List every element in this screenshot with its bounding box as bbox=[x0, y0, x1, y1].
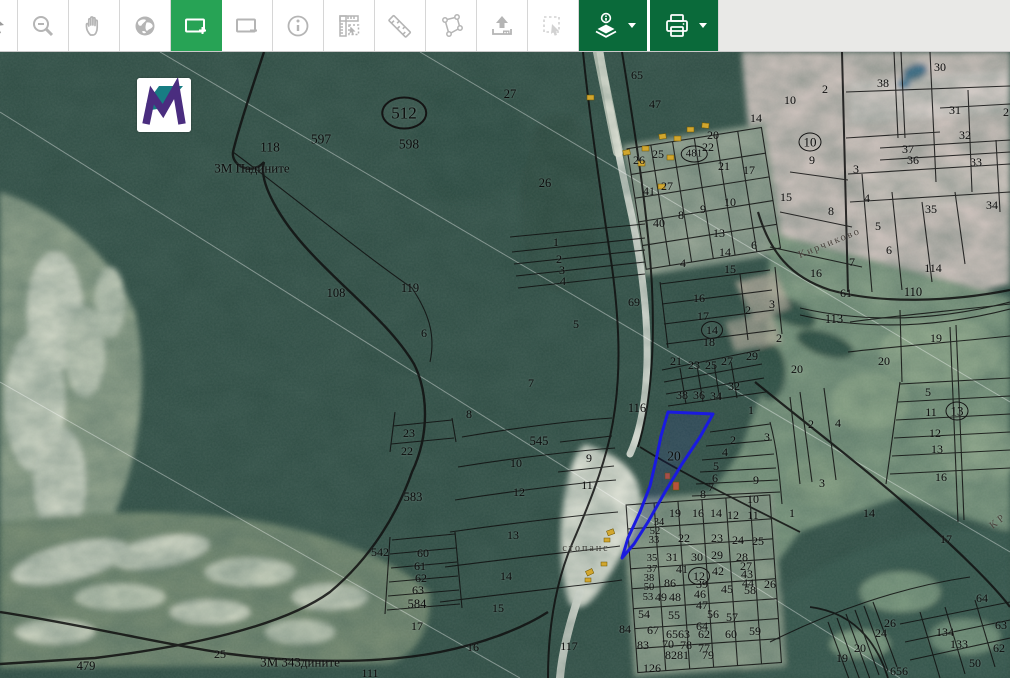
rectangle-minus-icon bbox=[234, 13, 260, 39]
diagonal-ruler-icon bbox=[387, 13, 413, 39]
rectangle-plus-icon bbox=[183, 13, 209, 39]
toolbar-filler bbox=[718, 0, 1010, 51]
full-extent-button[interactable] bbox=[120, 0, 171, 51]
chevron-down-icon bbox=[699, 23, 707, 28]
measure-distance-button[interactable] bbox=[375, 0, 426, 51]
chevron-down-icon bbox=[628, 23, 636, 28]
identify-button[interactable] bbox=[273, 0, 324, 51]
polygon-nodes-icon bbox=[438, 13, 464, 39]
layers-info-icon bbox=[591, 11, 621, 41]
measure-area-button[interactable] bbox=[426, 0, 477, 51]
select-by-rectangle-button[interactable] bbox=[528, 0, 579, 51]
hand-icon bbox=[81, 13, 107, 39]
import-upload-button[interactable] bbox=[477, 0, 528, 51]
map-artwork bbox=[0, 52, 1010, 678]
gis-app-window: 5125985971183М Падините27261191086123457… bbox=[0, 0, 1010, 678]
edge-partial-pointer-icon bbox=[0, 0, 18, 51]
printer-icon bbox=[662, 11, 692, 41]
map-viewport[interactable]: 5125985971183М Падините27261191086123457… bbox=[0, 52, 1010, 678]
magnifier-minus-icon bbox=[30, 13, 56, 39]
print-menu-button[interactable] bbox=[647, 0, 718, 51]
layers-menu-button[interactable] bbox=[579, 0, 647, 51]
zoom-out-button[interactable] bbox=[18, 0, 69, 51]
dashed-rect-cursor-icon bbox=[540, 13, 566, 39]
pan-button[interactable] bbox=[69, 0, 120, 51]
zoom-out-by-rectangle-button[interactable] bbox=[222, 0, 273, 51]
zoom-in-by-rectangle-button[interactable] bbox=[171, 0, 222, 51]
info-circle-icon bbox=[285, 13, 311, 39]
globe-icon bbox=[132, 13, 158, 39]
app-logo bbox=[137, 78, 191, 132]
measure-tools-button[interactable] bbox=[324, 0, 375, 51]
upload-tray-icon bbox=[489, 13, 515, 39]
logo-m-icon bbox=[137, 78, 191, 132]
map-toolbar bbox=[0, 0, 1010, 52]
ruler-select-icon bbox=[336, 13, 362, 39]
